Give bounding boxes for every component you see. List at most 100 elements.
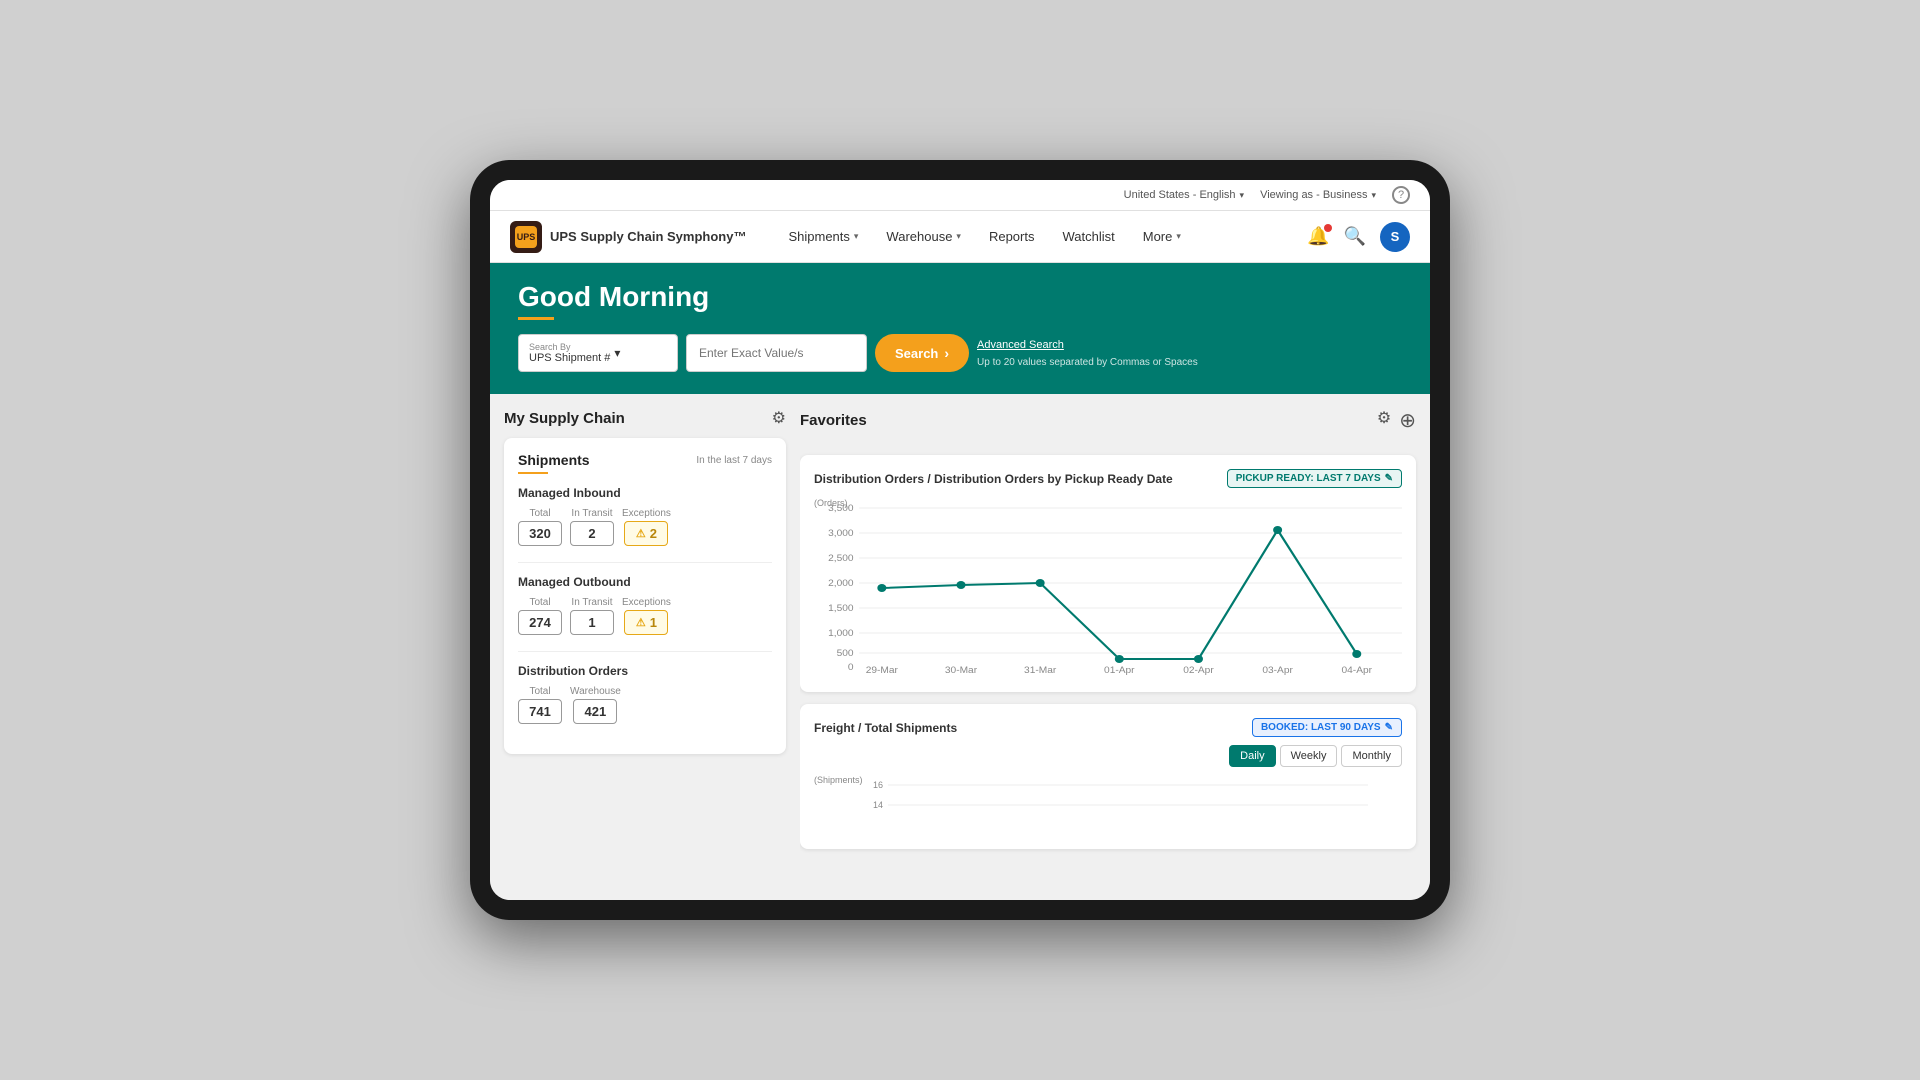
locale-selector[interactable]: United States - English ▾ xyxy=(1124,189,1244,201)
managed-inbound-stats: Total 320 In Transit 2 Exceptions ⚠ xyxy=(518,508,772,546)
managed-outbound-total-label: Total xyxy=(529,597,550,608)
search-by-select[interactable]: Search By UPS Shipment # ▾ xyxy=(518,334,678,372)
search-input[interactable] xyxy=(686,334,867,372)
locale-chevron: ▾ xyxy=(1240,190,1245,201)
freight-chart-svg: 16 14 xyxy=(814,775,1402,835)
chart-1-header: Distribution Orders / Distribution Order… xyxy=(814,469,1402,488)
svg-text:16: 16 xyxy=(873,780,883,790)
advanced-search-link[interactable]: Advanced Search xyxy=(977,339,1198,351)
time-tab-weekly[interactable]: Weekly xyxy=(1280,745,1338,767)
pickup-badge-label: PICKUP READY: LAST 7 DAYS xyxy=(1236,473,1381,484)
viewing-as-chevron: ▾ xyxy=(1371,190,1376,201)
favorites-title: Favorites xyxy=(800,412,867,429)
managed-inbound-section: Managed Inbound Total 320 In Transit 2 xyxy=(518,486,772,546)
booked-badge[interactable]: BOOKED: LAST 90 DAYS ✎ xyxy=(1252,718,1402,737)
chart-card-2: Freight / Total Shipments BOOKED: LAST 9… xyxy=(800,704,1416,849)
search-row: Search By UPS Shipment # ▾ Search › Adva… xyxy=(518,334,1402,372)
tablet-frame: United States - English ▾ Viewing as - B… xyxy=(470,160,1450,920)
freight-y-axis-label: (Shipments) xyxy=(814,775,863,785)
nav-more-chevron: ▾ xyxy=(1176,231,1181,242)
warning-triangle-icon-2: ⚠ xyxy=(636,616,646,629)
nav-more-label: More xyxy=(1143,229,1173,244)
brand-name: UPS Supply Chain Symphony™ xyxy=(550,229,746,244)
managed-outbound-exceptions-value[interactable]: ⚠ 1 xyxy=(624,610,668,635)
top-bar: United States - English ▾ Viewing as - B… xyxy=(490,180,1430,211)
nav-item-more[interactable]: More ▾ xyxy=(1141,225,1183,248)
card-title-row: Shipments In the last 7 days xyxy=(518,452,772,468)
managed-outbound-intransit-group: In Transit 1 xyxy=(570,597,614,635)
hero-greeting: Good Morning xyxy=(518,281,1402,313)
supply-chain-title: My Supply Chain xyxy=(504,410,625,427)
favorites-add-icon[interactable]: ⊕ xyxy=(1399,408,1416,433)
svg-text:01-Apr: 01-Apr xyxy=(1104,666,1135,676)
nav-item-watchlist[interactable]: Watchlist xyxy=(1060,225,1116,248)
svg-text:04-Apr: 04-Apr xyxy=(1342,666,1373,676)
distribution-total-value[interactable]: 741 xyxy=(518,699,562,724)
tablet-screen: United States - English ▾ Viewing as - B… xyxy=(490,180,1430,900)
chart-card-1: Distribution Orders / Distribution Order… xyxy=(800,455,1416,692)
ups-logo: UPS xyxy=(510,221,542,253)
bell-icon[interactable]: 🔔 xyxy=(1307,226,1329,247)
managed-inbound-exceptions-group: Exceptions ⚠ 2 xyxy=(622,508,671,546)
distribution-orders-title: Distribution Orders xyxy=(518,664,772,678)
notification-dot xyxy=(1324,224,1332,232)
favorites-header: Favorites ⚙ ⊕ xyxy=(800,408,1416,433)
search-by-top-label: Search By xyxy=(529,342,610,352)
svg-text:2,500: 2,500 xyxy=(828,554,853,564)
supply-chain-header: My Supply Chain ⚙ xyxy=(504,408,786,428)
nav-item-warehouse[interactable]: Warehouse ▾ xyxy=(884,225,963,248)
user-avatar[interactable]: S xyxy=(1380,222,1410,252)
svg-text:0: 0 xyxy=(848,663,854,673)
nav-watchlist-label: Watchlist xyxy=(1062,229,1114,244)
svg-text:29-Mar: 29-Mar xyxy=(866,666,899,676)
search-hint: Up to 20 values separated by Commas or S… xyxy=(977,357,1198,368)
nav-item-shipments[interactable]: Shipments ▾ xyxy=(786,225,860,248)
managed-outbound-title: Managed Outbound xyxy=(518,575,772,589)
nav-bar: UPS UPS Supply Chain Symphony™ Shipments… xyxy=(490,211,1430,263)
ups-logo-inner: UPS xyxy=(515,226,537,248)
supply-chain-gear-icon[interactable]: ⚙ xyxy=(772,408,786,428)
time-tab-daily[interactable]: Daily xyxy=(1229,745,1275,767)
freight-header: Freight / Total Shipments BOOKED: LAST 9… xyxy=(814,718,1402,737)
hero-section: Good Morning Search By UPS Shipment # ▾ … xyxy=(490,263,1430,394)
warning-triangle-icon: ⚠ xyxy=(636,527,646,540)
managed-outbound-intransit-value[interactable]: 1 xyxy=(570,610,614,635)
managed-outbound-total-group: Total 274 xyxy=(518,597,562,635)
left-panel: My Supply Chain ⚙ Shipments In the last … xyxy=(490,394,800,900)
managed-inbound-exceptions-label: Exceptions xyxy=(622,508,671,519)
card-underline xyxy=(518,472,548,474)
search-button[interactable]: Search › xyxy=(875,334,969,372)
favorites-gear-icon[interactable]: ⚙ xyxy=(1377,408,1391,433)
hero-underline xyxy=(518,317,554,320)
favorites-icons: ⚙ ⊕ xyxy=(1377,408,1416,433)
shipments-card: Shipments In the last 7 days Managed Inb… xyxy=(504,438,786,754)
distribution-warehouse-group: Warehouse 421 xyxy=(570,686,621,724)
managed-inbound-intransit-value[interactable]: 2 xyxy=(570,521,614,546)
locale-label: United States - English xyxy=(1124,189,1236,201)
search-nav-icon[interactable]: 🔍 xyxy=(1344,226,1366,247)
managed-inbound-intransit-label: In Transit xyxy=(571,508,612,519)
search-by-value: UPS Shipment # xyxy=(529,352,610,364)
chart-1-area: (Orders) 3,500 3,000 xyxy=(814,498,1402,678)
managed-inbound-total-label: Total xyxy=(529,508,550,519)
svg-text:03-Apr: 03-Apr xyxy=(1262,666,1293,676)
freight-chart-title: Freight / Total Shipments xyxy=(814,721,957,735)
nav-item-reports[interactable]: Reports xyxy=(987,225,1037,248)
pickup-badge[interactable]: PICKUP READY: LAST 7 DAYS ✎ xyxy=(1227,469,1402,488)
right-panel: Favorites ⚙ ⊕ Distribution Orders / Dist… xyxy=(800,394,1430,900)
chart-1-svg: 3,500 3,000 2,500 2,000 1,500 1,000 500 … xyxy=(814,498,1402,678)
managed-outbound-stats: Total 274 In Transit 1 Exceptions ⚠ xyxy=(518,597,772,635)
viewing-as-selector[interactable]: Viewing as - Business ▾ xyxy=(1260,189,1376,201)
svg-text:02-Apr: 02-Apr xyxy=(1183,666,1214,676)
managed-inbound-exceptions-value[interactable]: ⚠ 2 xyxy=(624,521,668,546)
managed-outbound-total-value[interactable]: 274 xyxy=(518,610,562,635)
nav-icons: 🔔 🔍 S xyxy=(1307,222,1410,252)
time-tab-monthly[interactable]: Monthly xyxy=(1341,745,1402,767)
managed-inbound-total-value[interactable]: 320 xyxy=(518,521,562,546)
distribution-total-group: Total 741 xyxy=(518,686,562,724)
distribution-warehouse-value[interactable]: 421 xyxy=(573,699,617,724)
divider-1 xyxy=(518,562,772,563)
help-icon[interactable]: ? xyxy=(1392,186,1410,204)
nav-warehouse-chevron: ▾ xyxy=(956,231,961,242)
distribution-orders-section: Distribution Orders Total 741 Warehouse … xyxy=(518,664,772,724)
